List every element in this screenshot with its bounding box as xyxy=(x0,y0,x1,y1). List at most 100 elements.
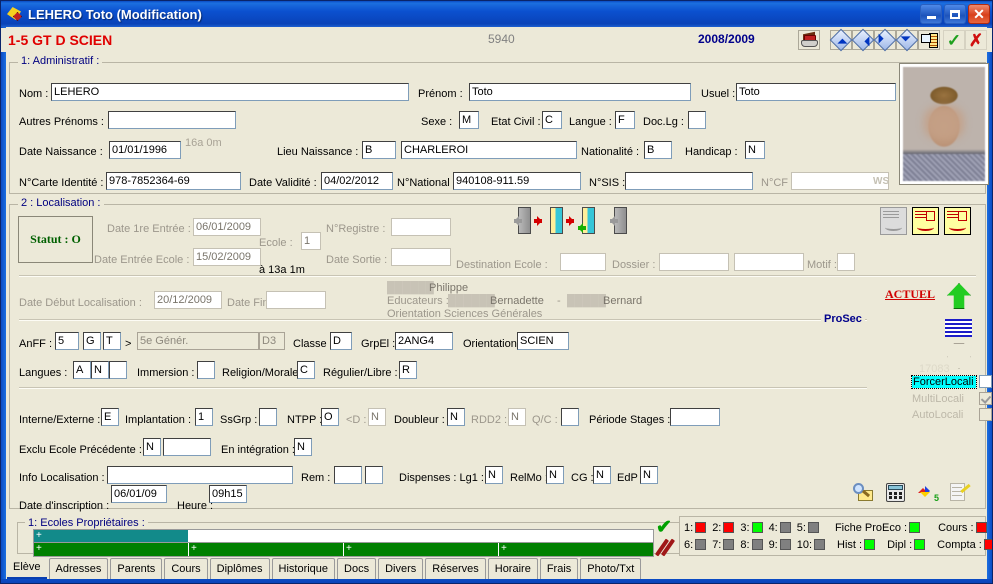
forcer-locali-row[interactable]: ForcerLocali xyxy=(911,374,992,389)
integration-input[interactable]: N xyxy=(294,438,312,456)
prenom-input[interactable]: Toto xyxy=(469,83,691,101)
immersion-input[interactable] xyxy=(197,361,215,379)
tab-horaire[interactable]: Horaire xyxy=(487,558,538,579)
tab-divers[interactable]: Divers xyxy=(378,558,424,579)
forcer-locali-checkbox[interactable] xyxy=(979,375,992,388)
sis-input[interactable] xyxy=(625,172,753,190)
maximize-button[interactable] xyxy=(944,4,966,24)
tab-historique[interactable]: Historique xyxy=(271,558,336,579)
date-validite-input[interactable]: 04/02/2012 xyxy=(321,172,393,190)
ntpp-input[interactable]: O xyxy=(321,408,339,426)
relmo-input[interactable]: N xyxy=(546,466,564,484)
qc-input[interactable] xyxy=(561,408,579,426)
validate-button[interactable]: ✓ xyxy=(943,30,965,50)
doclg-input[interactable] xyxy=(688,111,706,129)
orientation-input[interactable]: SCIEN xyxy=(517,332,569,350)
anff-input[interactable]: 5 xyxy=(55,332,79,350)
nationalite-input[interactable]: B xyxy=(644,141,672,159)
minimize-button[interactable] xyxy=(920,4,942,24)
table-cell[interactable]: + xyxy=(344,543,499,556)
door-exit-gray-icon-2[interactable] xyxy=(599,206,629,236)
implantation-input[interactable]: 1 xyxy=(195,408,213,426)
ssgrp-input[interactable] xyxy=(259,408,277,426)
arrow-down-outline-icon[interactable] xyxy=(947,343,971,369)
document-signed-red-icon[interactable] xyxy=(912,207,939,235)
exclu-input-2[interactable] xyxy=(163,438,211,456)
tab-parents[interactable]: Parents xyxy=(110,558,163,579)
exclu-input[interactable]: N xyxy=(143,438,161,456)
nav-last-button[interactable] xyxy=(895,28,919,52)
classe-input[interactable]: D xyxy=(330,332,352,350)
table-cell[interactable]: + xyxy=(34,530,189,542)
sexe-input[interactable]: M xyxy=(459,111,479,129)
ecole-input: 1 xyxy=(301,232,321,250)
document-gray-icon[interactable] xyxy=(880,207,907,235)
doubleur-input[interactable]: N xyxy=(447,408,465,426)
table-cell[interactable]: + xyxy=(499,543,653,556)
usuel-input[interactable]: Toto xyxy=(736,83,896,101)
national-input[interactable]: 940108-911.59 xyxy=(453,172,581,190)
rem-input-2[interactable] xyxy=(365,466,383,484)
cancel-button[interactable]: ✗ xyxy=(965,30,987,50)
close-button[interactable]: ✕ xyxy=(968,4,990,24)
langue3-input[interactable] xyxy=(109,361,127,379)
religion-input[interactable]: C xyxy=(297,361,315,379)
notes-button[interactable] xyxy=(918,30,940,50)
green-check-icon[interactable]: ✔ xyxy=(656,518,672,537)
tab-reserves[interactable]: Réserves xyxy=(425,558,486,579)
list-lines-icon[interactable] xyxy=(945,319,972,337)
door-exit-gray-icon[interactable] xyxy=(503,206,533,236)
print-button[interactable] xyxy=(798,30,820,50)
tab-photo-txt[interactable]: Photo/Txt xyxy=(580,558,642,579)
dispenses-lg1-input[interactable]: N xyxy=(485,466,503,484)
table-cell[interactable]: + xyxy=(34,543,189,556)
tab-cours[interactable]: Cours xyxy=(164,558,208,579)
cg-input[interactable]: N xyxy=(593,466,611,484)
lieu-naissance-input[interactable]: CHARLEROI xyxy=(401,141,577,159)
table-row[interactable]: + xyxy=(33,529,654,543)
table-cell[interactable] xyxy=(344,530,499,542)
tab-adresses[interactable]: Adresses xyxy=(48,558,109,579)
nav-prev-button[interactable] xyxy=(851,28,875,52)
arrow-up-green-icon[interactable] xyxy=(947,283,971,309)
langue2-input[interactable]: N xyxy=(91,361,109,379)
date-inscription-input[interactable]: 06/01/09 xyxy=(111,485,167,503)
nav-next-button[interactable] xyxy=(873,28,897,52)
table-cell[interactable] xyxy=(189,530,344,542)
anff-g-input[interactable]: G xyxy=(83,332,101,350)
regulier-input[interactable]: R xyxy=(399,361,417,379)
door-enter-red-icon[interactable] xyxy=(534,206,565,236)
autres-prenoms-input[interactable] xyxy=(108,111,236,129)
info-localisation-input[interactable] xyxy=(107,466,293,484)
handicap-input[interactable]: N xyxy=(745,141,765,159)
tab-diplomes[interactable]: Diplômes xyxy=(209,558,270,579)
rem-input[interactable] xyxy=(334,466,362,484)
table-cell[interactable] xyxy=(499,530,653,542)
document-signed-red-icon-2[interactable] xyxy=(944,207,971,235)
lieu-naissance-code-input[interactable]: B xyxy=(362,141,396,159)
heure-input[interactable]: 09h15 xyxy=(209,485,247,503)
grpel-input[interactable]: 2ANG4 xyxy=(395,332,453,350)
anff-t-input[interactable]: T xyxy=(103,332,121,350)
arrows-multicolor-icon[interactable]: 5 xyxy=(917,483,939,503)
carte-identite-input[interactable]: 978-7852364-69 xyxy=(106,172,241,190)
calculator-icon[interactable] xyxy=(885,483,907,503)
red-slash-icon[interactable] xyxy=(654,538,676,557)
tab-frais[interactable]: Frais xyxy=(539,558,579,579)
periode-stages-input[interactable] xyxy=(670,408,720,426)
etat-civil-input[interactable]: C xyxy=(542,111,562,129)
door-enter-red-green-icon[interactable] xyxy=(566,206,597,236)
nav-first-button[interactable] xyxy=(829,28,853,52)
nom-input[interactable]: LEHERO xyxy=(51,83,409,101)
date-naissance-input[interactable]: 01/01/1996 xyxy=(109,141,181,159)
tab-docs[interactable]: Docs xyxy=(337,558,377,579)
search-document-icon[interactable] xyxy=(853,483,875,503)
edp-input[interactable]: N xyxy=(640,466,658,484)
tab-eleve[interactable]: Elève xyxy=(7,557,47,579)
langue-input[interactable]: F xyxy=(615,111,635,129)
langue1-input[interactable]: A xyxy=(73,361,91,379)
table-cell[interactable]: + xyxy=(189,543,344,556)
table-row[interactable]: + + + + xyxy=(33,543,654,557)
interne-externe-input[interactable]: E xyxy=(101,408,119,426)
status-item: 9: xyxy=(769,539,797,551)
